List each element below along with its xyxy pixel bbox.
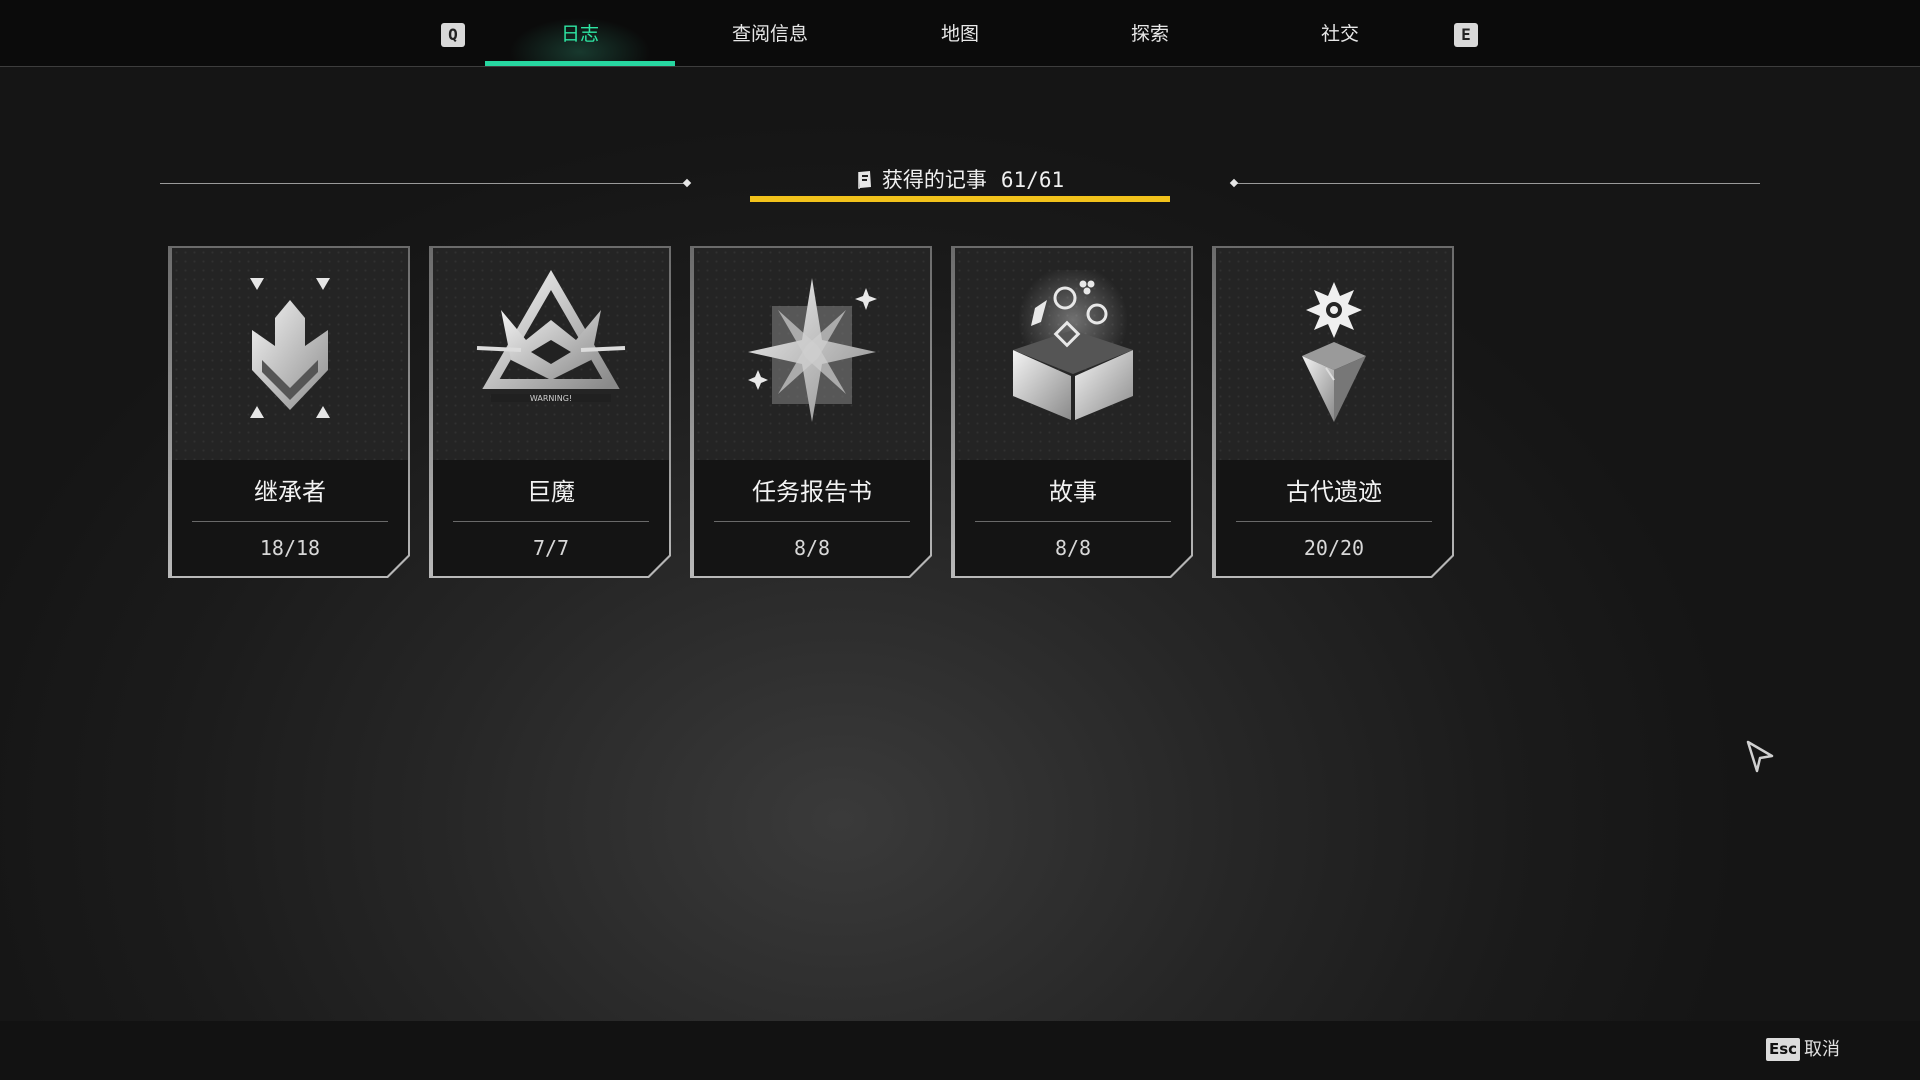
journal-card-story[interactable]: 故事 8/8	[951, 246, 1193, 578]
journal-card-giant-demon[interactable]: WARNING! 巨魔 7/7	[429, 246, 671, 578]
section-header: 获得的记事 61/61	[750, 160, 1170, 200]
tab-map[interactable]: 地图	[865, 0, 1055, 66]
card-title: 任务报告书	[752, 478, 872, 506]
card-title: 古代遗迹	[1286, 478, 1382, 506]
mouse-cursor-icon	[1745, 740, 1775, 778]
card-progress: 20/20	[1303, 536, 1365, 560]
section-count: 61/61	[1000, 168, 1065, 192]
esc-key-hint[interactable]: Esc	[1766, 1038, 1801, 1061]
card-title: 故事	[1049, 478, 1097, 506]
card-progress: 18/18	[259, 536, 321, 560]
header-line-left	[160, 183, 686, 184]
section-header-underline	[750, 196, 1170, 202]
section-title: 获得的记事	[881, 168, 987, 192]
journal-card-mission-report[interactable]: 任务报告书 8/8	[690, 246, 932, 578]
journal-card-ancient-ruins[interactable]: 古代遗迹 20/20	[1212, 246, 1454, 578]
star-compass-icon	[722, 270, 902, 440]
prev-tab-key-hint[interactable]: Q	[441, 23, 465, 47]
crystal-gear-icon	[1244, 270, 1424, 440]
warning-monster-icon: WARNING!	[461, 270, 641, 440]
chevron-emblem-icon	[200, 270, 380, 440]
card-art	[1216, 248, 1452, 460]
open-box-icon	[983, 270, 1163, 440]
card-art: WARNING!	[433, 248, 669, 460]
card-title: 继承者	[254, 478, 326, 506]
bottom-bar	[0, 1021, 1920, 1080]
top-nav-bar: Q 日志 查阅信息 地图 探索 社交 E	[0, 0, 1920, 67]
card-progress: 8/8	[1054, 536, 1092, 560]
tab-social[interactable]: 社交	[1245, 0, 1435, 66]
card-art	[694, 248, 930, 460]
card-art	[955, 248, 1191, 460]
card-art	[172, 248, 408, 460]
tab-info[interactable]: 查阅信息	[675, 0, 865, 66]
journal-card-inheritor[interactable]: 继承者 18/18	[168, 246, 410, 578]
header-diamond-right	[1229, 178, 1239, 188]
tab-explore[interactable]: 探索	[1055, 0, 1245, 66]
header-line-right	[1236, 183, 1760, 184]
cancel-button[interactable]: 取消	[1804, 1037, 1840, 1062]
next-tab-key-hint[interactable]: E	[1454, 23, 1478, 47]
card-progress: 7/7	[532, 536, 570, 560]
tab-journal[interactable]: 日志	[485, 0, 675, 66]
warning-label: WARNING!	[530, 394, 572, 403]
card-progress: 8/8	[793, 536, 831, 560]
header-diamond-left	[682, 178, 692, 188]
card-title: 巨魔	[527, 478, 575, 506]
